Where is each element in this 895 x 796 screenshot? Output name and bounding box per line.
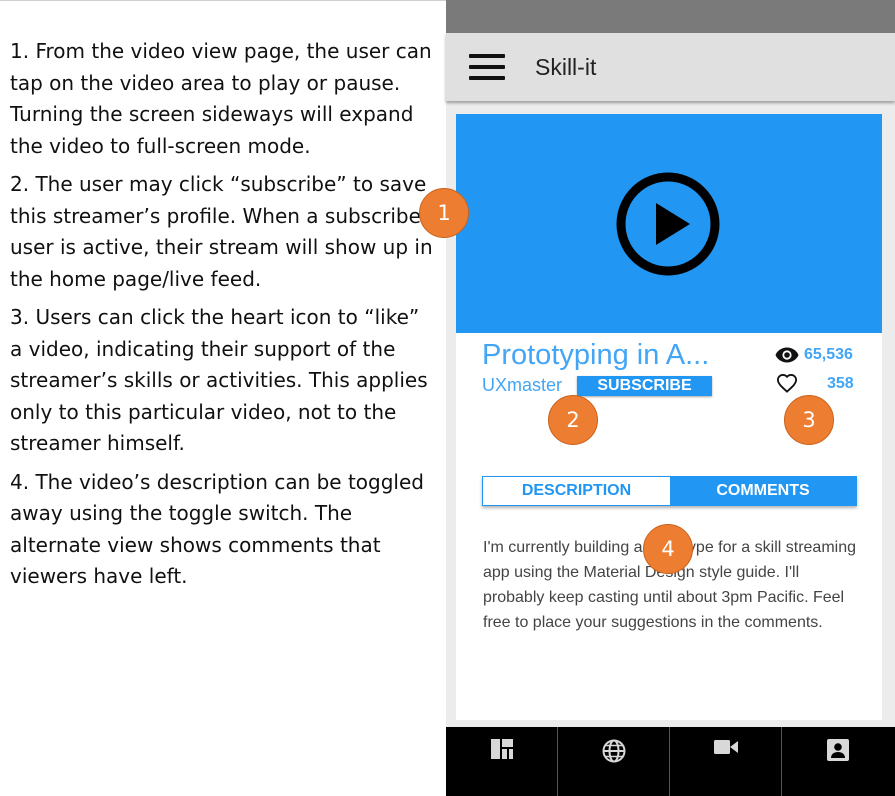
hamburger-menu-icon[interactable] [469,54,505,80]
note-4: 4. The video’s description can be toggle… [10,469,424,589]
divider [0,0,446,1]
play-circle-icon[interactable] [615,171,721,277]
bottom-navigation [446,727,895,796]
video-title: Prototyping in A... [482,339,710,371]
callout-badge-3: 3 [784,395,834,445]
annotation-notes: 1. From the video view page, the user ca… [10,36,435,600]
nav-profile[interactable] [782,727,893,796]
heart-icon[interactable] [776,373,798,393]
nav-video[interactable] [670,727,781,796]
dashboard-icon [490,739,513,759]
video-player[interactable] [456,114,882,333]
videocam-icon [713,740,738,754]
nav-explore[interactable] [558,727,669,796]
app-bar: Skill-it [446,33,895,101]
note-2: 2. The user may click “subscribe” to sav… [10,172,434,291]
channel-name[interactable]: UXmaster [482,375,562,396]
like-count: 358 [827,375,854,392]
phone-screen: Skill-it Prototyping in A... UXmaster SU… [419,0,895,796]
callout-badge-1: 1 [419,188,469,238]
globe-icon [602,739,625,763]
nav-dashboard[interactable] [446,727,557,796]
callout-badge-2: 2 [548,395,598,445]
description-comments-toggle: DESCRIPTION COMMENTS [482,476,857,506]
app-title: Skill-it [535,54,597,80]
subscribe-button[interactable]: SUBSCRIBE [577,376,712,396]
tab-comments[interactable]: COMMENTS [670,477,856,505]
eye-icon [775,347,799,363]
tab-description[interactable]: DESCRIPTION [483,477,670,505]
note-1: 1. From the video view page, the user ca… [10,39,432,158]
profile-icon [826,739,849,761]
view-count: 65,536 [804,346,853,363]
note-3: 3. Users can click the heart icon to “li… [10,305,428,455]
callout-badge-4: 4 [643,524,693,574]
status-bar [446,0,895,33]
